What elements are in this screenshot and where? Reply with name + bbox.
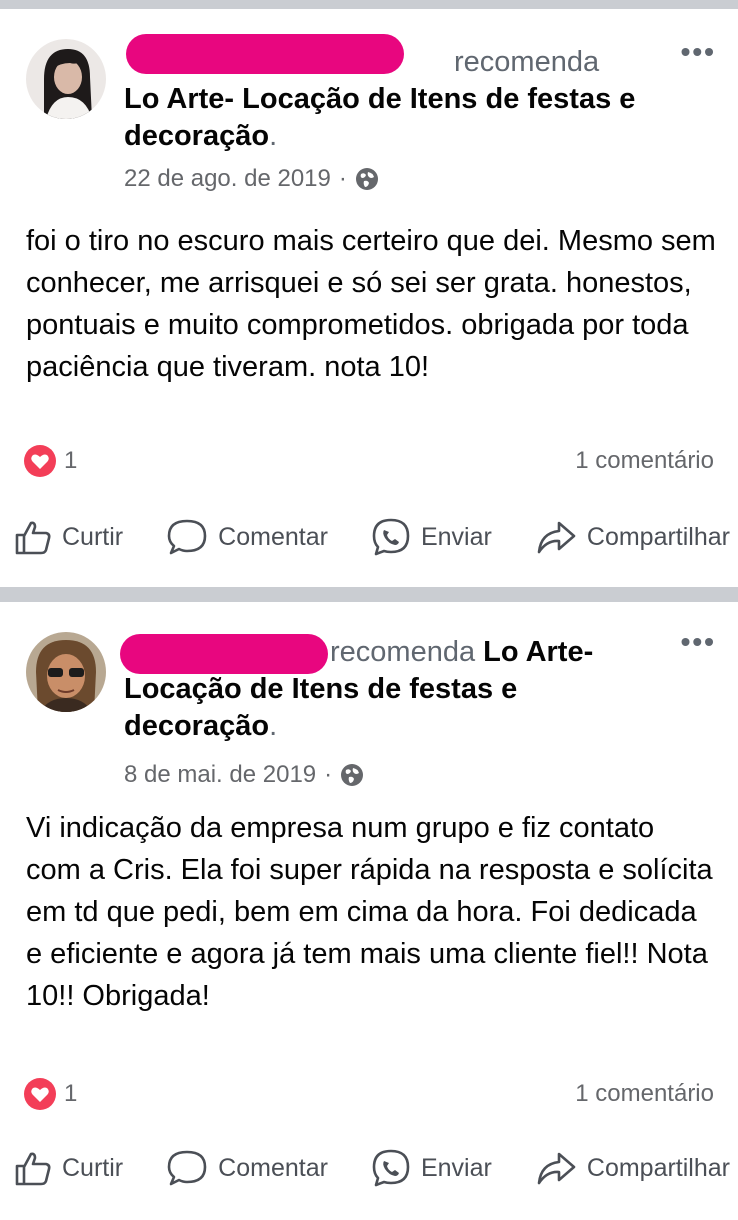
recommendation-post: recomenda Lo Arte- Locação de Itens de f… <box>0 9 738 587</box>
like-label: Curtir <box>62 1153 124 1182</box>
post-meta: 8 de mai. de 2019 · <box>124 761 364 789</box>
post-date[interactable]: 22 de ago. de 2019 <box>124 165 331 193</box>
post-verb: recomenda <box>454 46 600 78</box>
meta-separator: · <box>338 165 347 192</box>
heart-reaction-icon <box>24 1078 56 1110</box>
share-button[interactable]: Compartilhar <box>535 519 730 555</box>
post-stats: 1 1 comentário <box>24 1078 714 1110</box>
page-link[interactable]: Lo Arte- Locação de Itens de festas e de… <box>124 83 635 152</box>
like-label: Curtir <box>62 522 124 551</box>
recommendation-post: recomenda Lo Arte- Locação de Itens de f… <box>0 602 738 1220</box>
post-body: Vi indicação da empresa num grupo e fiz … <box>26 812 713 1012</box>
comment-button[interactable]: Comentar <box>166 518 328 556</box>
avatar[interactable] <box>26 39 106 119</box>
share-icon <box>537 521 576 554</box>
heart-reaction-icon <box>24 445 56 477</box>
avatar[interactable] <box>26 632 106 712</box>
more-options-icon[interactable]: ••• <box>681 38 716 66</box>
post-meta: 22 de ago. de 2019 · <box>124 165 379 193</box>
share-label: Compartilhar <box>586 1153 730 1182</box>
action-bar: Curtir Comentar Enviar Compartilhar <box>14 1148 730 1188</box>
like-icon <box>15 1152 51 1186</box>
share-label: Compartilhar <box>586 522 730 551</box>
messenger-icon <box>372 518 410 556</box>
meta-separator: · <box>324 761 333 788</box>
comment-label: Comentar <box>218 1153 328 1182</box>
send-label: Enviar <box>420 1153 492 1182</box>
like-icon <box>15 521 51 555</box>
comment-button[interactable]: Comentar <box>166 1149 328 1187</box>
reactions[interactable]: 1 <box>24 445 77 477</box>
reaction-count: 1 <box>64 1080 78 1107</box>
send-button[interactable]: Enviar <box>371 517 492 557</box>
top-separator <box>0 0 738 9</box>
comment-icon <box>167 519 207 555</box>
globe-icon <box>341 764 364 786</box>
comment-count[interactable]: 1 comentário <box>575 1080 714 1108</box>
action-bar: Curtir Comentar Enviar Compartilhar <box>14 517 730 557</box>
comment-label: Comentar <box>218 522 328 551</box>
like-button[interactable]: Curtir <box>14 1149 123 1187</box>
messenger-icon <box>372 1149 410 1187</box>
send-label: Enviar <box>420 522 492 551</box>
share-icon <box>537 1152 576 1185</box>
more-options-icon[interactable]: ••• <box>681 628 716 656</box>
like-button[interactable]: Curtir <box>14 518 123 556</box>
post-separator <box>0 587 738 602</box>
reactions[interactable]: 1 <box>24 1078 77 1110</box>
comment-count[interactable]: 1 comentário <box>575 447 714 475</box>
share-button[interactable]: Compartilhar <box>535 1150 730 1186</box>
reaction-count: 1 <box>64 447 78 474</box>
post-header: recomenda Lo Arte- Locação de Itens de f… <box>124 634 654 745</box>
post-header: recomenda Lo Arte- Locação de Itens de f… <box>124 44 654 155</box>
globe-icon <box>355 168 378 190</box>
post-stats: 1 1 comentário <box>24 445 714 477</box>
comment-icon <box>167 1150 207 1186</box>
period: . <box>269 710 278 742</box>
send-button[interactable]: Enviar <box>371 1148 492 1188</box>
post-body: foi o tiro no escuro mais certeiro que d… <box>26 225 716 383</box>
post-date[interactable]: 8 de mai. de 2019 <box>124 761 316 789</box>
post-verb: recomenda <box>330 636 476 668</box>
period: . <box>269 120 278 152</box>
